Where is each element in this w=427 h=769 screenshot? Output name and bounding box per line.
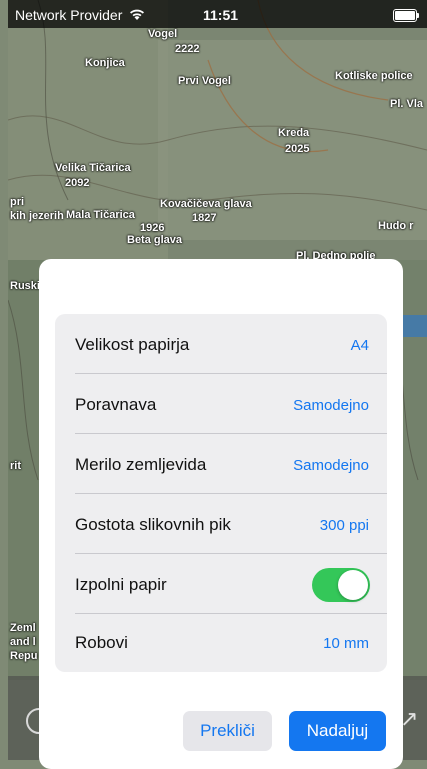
row-label: Poravnava	[75, 395, 157, 414]
map-label: 1827	[192, 212, 217, 224]
map-label: Kovačičeva glava	[160, 198, 252, 210]
continue-button[interactable]: Nadaljuj	[289, 711, 386, 751]
map-label: Hudo r	[378, 220, 414, 232]
settings-group: Velikost papirja A4 Poravnava Samodejno …	[55, 314, 387, 672]
map-label: Kreda	[278, 127, 310, 139]
map-label: 2092	[65, 177, 90, 189]
row-value[interactable]: Samodejno	[293, 457, 369, 474]
row-label: Izpolni papir	[75, 575, 167, 594]
row-label: Robovi	[75, 633, 128, 652]
clock: 11:51	[203, 7, 239, 23]
map-label: Vogel	[148, 28, 178, 40]
row-margins[interactable]: Robovi 10 mm	[55, 612, 387, 672]
row-label: Merilo zemljevida	[75, 455, 207, 474]
map-label: Ruski	[10, 280, 40, 292]
fill-paper-toggle[interactable]	[312, 568, 370, 602]
map-label: Kotliske police	[335, 70, 413, 82]
map-label: rit	[10, 460, 21, 472]
row-alignment[interactable]: Poravnava Samodejno	[55, 374, 387, 434]
map-label: pri	[10, 196, 25, 208]
map-label: Beta glava	[127, 234, 183, 246]
map-label: Zeml	[10, 622, 36, 634]
row-map-scale[interactable]: Merilo zemljevida Samodejno	[55, 434, 387, 494]
toggle-knob	[338, 570, 368, 600]
map-label: Prvi Vogel	[178, 75, 231, 87]
map-label: Mala Tičarica	[66, 209, 135, 221]
row-label: Gostota slikovnih pik	[75, 515, 231, 534]
print-settings-dialog: Velikost papirja A4 Poravnava Samodejno …	[39, 259, 403, 769]
row-pixel-density[interactable]: Gostota slikovnih pik 300 ppi	[55, 494, 387, 554]
map-label: Velika Tičarica	[55, 162, 131, 174]
row-value[interactable]: 300 ppi	[320, 517, 369, 534]
row-fill-paper: Izpolni papir	[55, 554, 387, 614]
row-paper-size[interactable]: Velikost papirja A4	[55, 314, 387, 374]
map-label: Pl. Vla	[390, 98, 424, 110]
map-label: 1926	[140, 222, 165, 234]
map-label: kih jezerih	[10, 210, 64, 222]
row-value[interactable]: Samodejno	[293, 397, 369, 414]
map-label: 2222	[175, 43, 200, 55]
row-value[interactable]: 10 mm	[323, 635, 369, 652]
map-label: Konjica	[85, 57, 125, 69]
status-bar: Network Provider 11:51	[8, 0, 427, 28]
battery-icon	[393, 9, 419, 22]
row-value[interactable]: A4	[351, 337, 369, 354]
carrier-label: Network Provider	[15, 7, 123, 23]
map-label: 2025	[285, 143, 310, 155]
map-label: and l	[10, 636, 36, 648]
cancel-button[interactable]: Prekliči	[183, 711, 272, 751]
row-label: Velikost papirja	[75, 335, 190, 354]
wifi-icon	[130, 9, 144, 20]
map-label: Repu	[10, 650, 38, 662]
